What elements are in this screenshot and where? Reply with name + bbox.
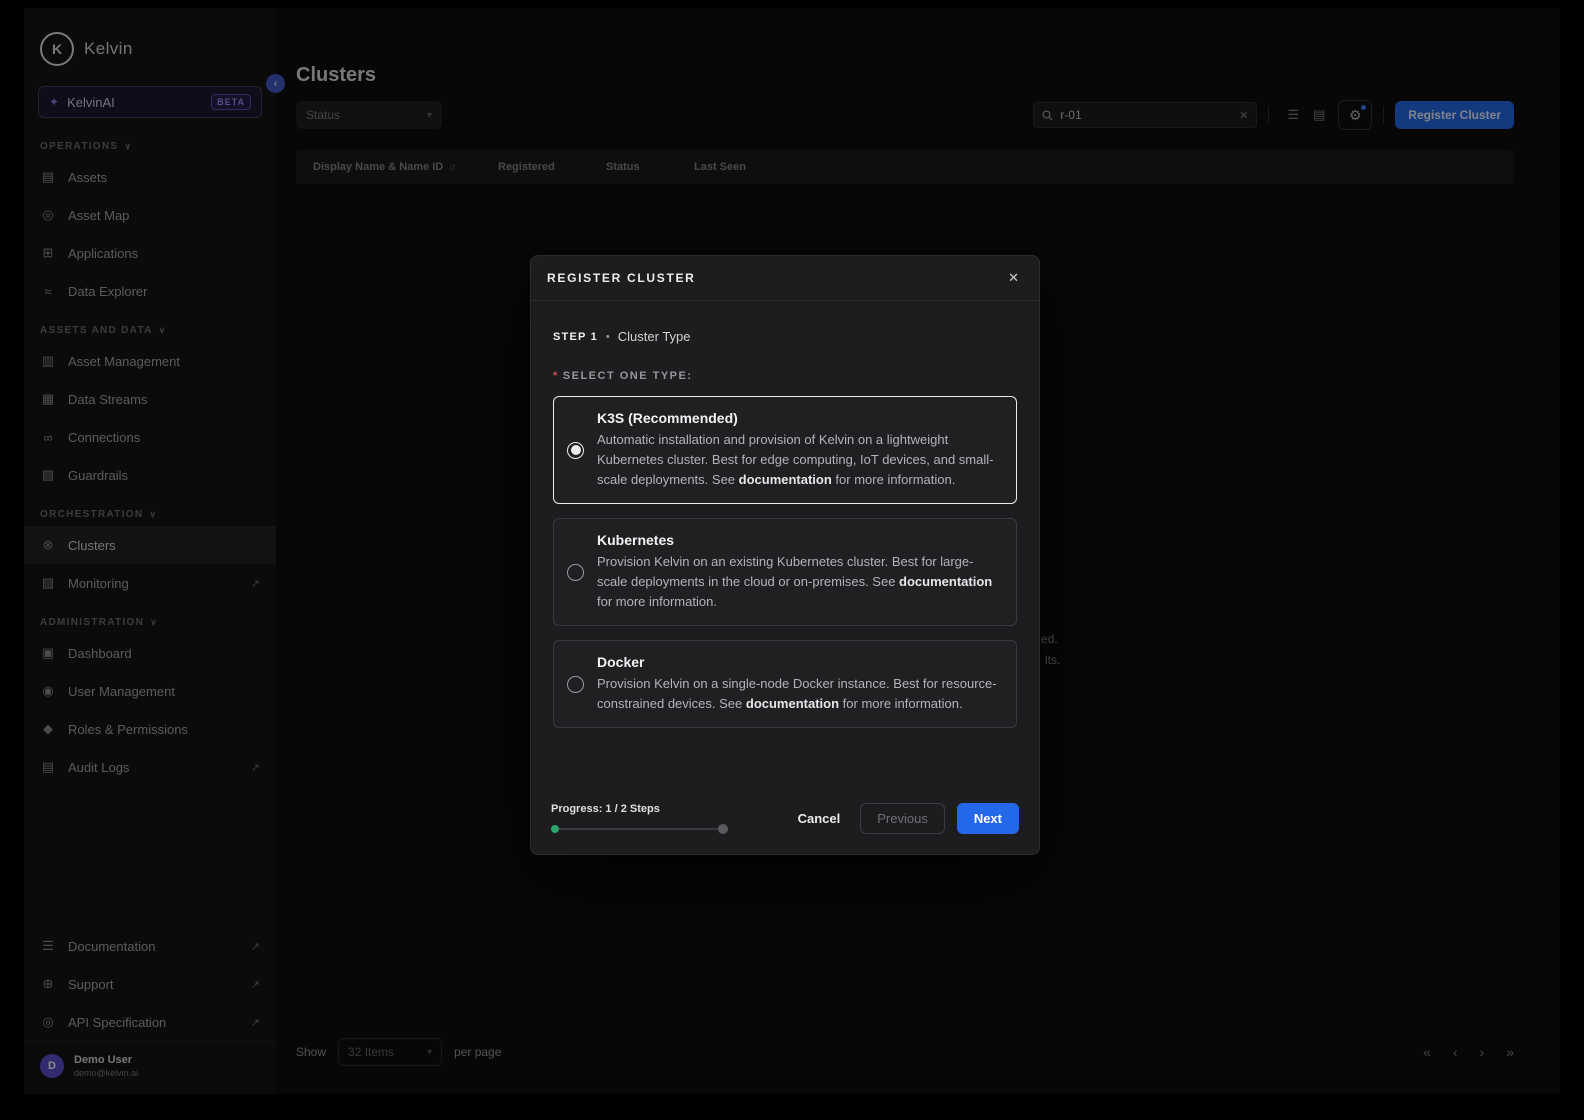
option-text: Kubernetes Provision Kelvin on an existi…	[597, 532, 1000, 612]
option-docker[interactable]: Docker Provision Kelvin on a single-node…	[553, 640, 1017, 728]
modal-footer: Progress: 1 / 2 Steps Cancel Previous Ne…	[531, 803, 1039, 854]
modal-title: REGISTER CLUSTER	[547, 271, 1004, 285]
option-text: K3S (Recommended) Automatic installation…	[597, 410, 1000, 490]
option-text: Docker Provision Kelvin on a single-node…	[597, 654, 1000, 714]
radio-unselected-icon[interactable]	[567, 676, 584, 693]
modal-body: STEP 1 • Cluster Type * SELECT ONE TYPE:…	[531, 301, 1039, 803]
option-description: Provision Kelvin on a single-node Docker…	[597, 674, 1000, 714]
documentation-link[interactable]: documentation	[746, 696, 839, 711]
select-type-text: SELECT ONE TYPE:	[563, 370, 693, 382]
desc-text: for more information.	[839, 696, 963, 711]
close-icon[interactable]: ✕	[1004, 266, 1023, 290]
bullet-icon: •	[606, 331, 610, 343]
modal-actions: Cancel Previous Next	[790, 803, 1019, 834]
documentation-link[interactable]: documentation	[899, 574, 992, 589]
desc-text: for more information.	[597, 594, 717, 609]
progress-step2-dot	[718, 824, 728, 834]
option-k3s[interactable]: K3S (Recommended) Automatic installation…	[553, 396, 1017, 504]
step-label: STEP 1	[553, 331, 598, 343]
screen: K Kelvin ✦ KelvinAI BETA OPERATIONS ∨ ▤ …	[0, 0, 1584, 1120]
select-type-label: * SELECT ONE TYPE:	[553, 370, 1017, 382]
progress-step1-dot	[551, 825, 559, 833]
desc-text: for more information.	[832, 472, 956, 487]
cancel-button[interactable]: Cancel	[790, 804, 849, 833]
step-indicator: STEP 1 • Cluster Type	[553, 329, 1017, 344]
documentation-link[interactable]: documentation	[739, 472, 832, 487]
modal-header: REGISTER CLUSTER ✕	[531, 256, 1039, 301]
radio-selected-icon[interactable]	[567, 442, 584, 459]
progress: Progress: 1 / 2 Steps	[551, 803, 726, 834]
option-kubernetes[interactable]: Kubernetes Provision Kelvin on an existi…	[553, 518, 1017, 626]
register-cluster-modal: REGISTER CLUSTER ✕ STEP 1 • Cluster Type…	[530, 255, 1040, 855]
radio-unselected-icon[interactable]	[567, 564, 584, 581]
next-button[interactable]: Next	[957, 803, 1019, 834]
option-title: Docker	[597, 654, 1000, 670]
step-name: Cluster Type	[618, 329, 691, 344]
progress-bar	[551, 828, 726, 830]
option-title: K3S (Recommended)	[597, 410, 1000, 426]
progress-label: Progress: 1 / 2 Steps	[551, 803, 726, 815]
previous-button[interactable]: Previous	[860, 803, 945, 834]
required-asterisk: *	[553, 370, 559, 382]
option-title: Kubernetes	[597, 532, 1000, 548]
option-description: Automatic installation and provision of …	[597, 430, 1000, 490]
option-description: Provision Kelvin on an existing Kubernet…	[597, 552, 1000, 612]
